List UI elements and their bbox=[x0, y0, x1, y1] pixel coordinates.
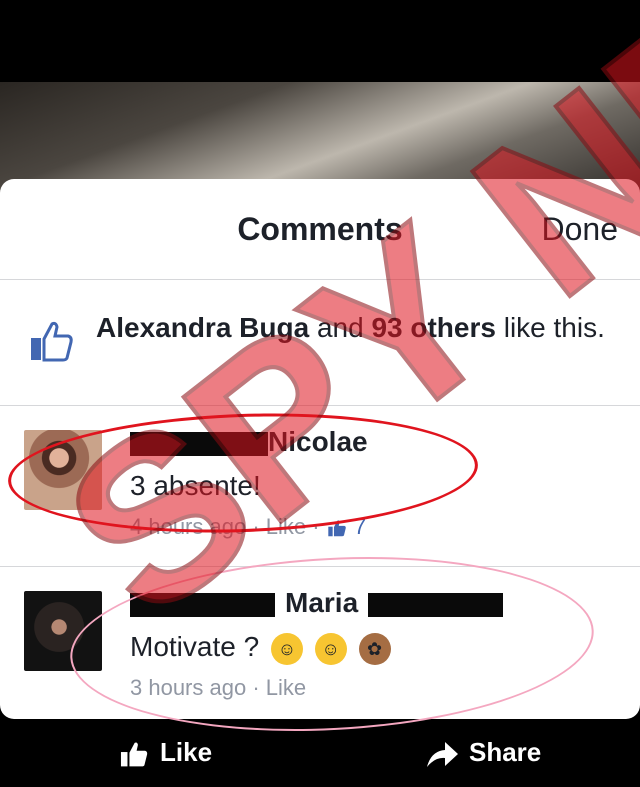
comment-meta: 4 hours ago · Like · 7 bbox=[130, 514, 367, 539]
comment-like-link[interactable]: Like bbox=[266, 675, 306, 700]
avatar[interactable] bbox=[24, 430, 102, 510]
comment-like-link[interactable]: Like bbox=[266, 514, 306, 539]
grinning-face-icon: ☺ bbox=[270, 632, 303, 665]
avatar[interactable] bbox=[24, 591, 102, 671]
commenter-name-text: Maria bbox=[285, 587, 359, 618]
likes-suffix: like this. bbox=[495, 312, 605, 343]
like-count-icon bbox=[327, 520, 346, 537]
sheet-header: Comments Done bbox=[0, 179, 640, 280]
likes-connector: and bbox=[309, 312, 372, 343]
comment-time: 3 hours ago bbox=[130, 675, 247, 700]
thumbs-up-icon bbox=[31, 321, 73, 362]
share-button[interactable]: Share bbox=[425, 737, 541, 769]
done-button[interactable]: Done bbox=[542, 211, 619, 248]
comments-sheet: Comments Done Alexandra Buga and 93 othe… bbox=[0, 179, 640, 719]
comment-meta: 3 hours ago · Like bbox=[130, 675, 307, 700]
comment-text: 3 absente! bbox=[130, 470, 261, 501]
like-button[interactable]: Like bbox=[118, 737, 212, 769]
redaction-bar bbox=[130, 592, 275, 617]
comment-text-value: Motivate ? bbox=[130, 631, 260, 662]
comment-item: Nicolae 3 absente! 4 hours ago · Like · … bbox=[0, 406, 640, 567]
see-no-evil-monkey-icon: ✿ bbox=[358, 632, 391, 665]
likes-summary[interactable]: Alexandra Buga and 93 others like this. bbox=[0, 280, 640, 406]
commenter-name-text: Nicolae bbox=[268, 426, 368, 457]
like-button-label: Like bbox=[160, 737, 213, 767]
bottom-action-bar: Like Share bbox=[0, 719, 640, 787]
share-arrow-icon bbox=[427, 742, 458, 768]
redaction-bar bbox=[368, 592, 504, 617]
thumbs-up-icon bbox=[120, 742, 148, 767]
comment-time: 4 hours ago bbox=[130, 514, 247, 539]
commenter-name[interactable]: Maria bbox=[130, 587, 504, 619]
others-link[interactable]: 93 others bbox=[371, 312, 496, 343]
commenter-name[interactable]: Nicolae bbox=[130, 426, 368, 458]
grinning-face-icon: ☺ bbox=[314, 632, 347, 665]
comment-text: Motivate ? ☺ ☺ ✿ bbox=[130, 631, 391, 665]
redaction-bar bbox=[130, 431, 268, 456]
liker-name[interactable]: Alexandra Buga bbox=[96, 312, 309, 343]
comment-item: Maria Motivate ? ☺ ☺ ✿ 3 hours ago · Lik… bbox=[0, 567, 640, 719]
comment-like-count[interactable]: 7 bbox=[354, 514, 366, 539]
likes-text: Alexandra Buga and 93 others like this. bbox=[96, 310, 616, 346]
share-button-label: Share bbox=[469, 737, 542, 767]
